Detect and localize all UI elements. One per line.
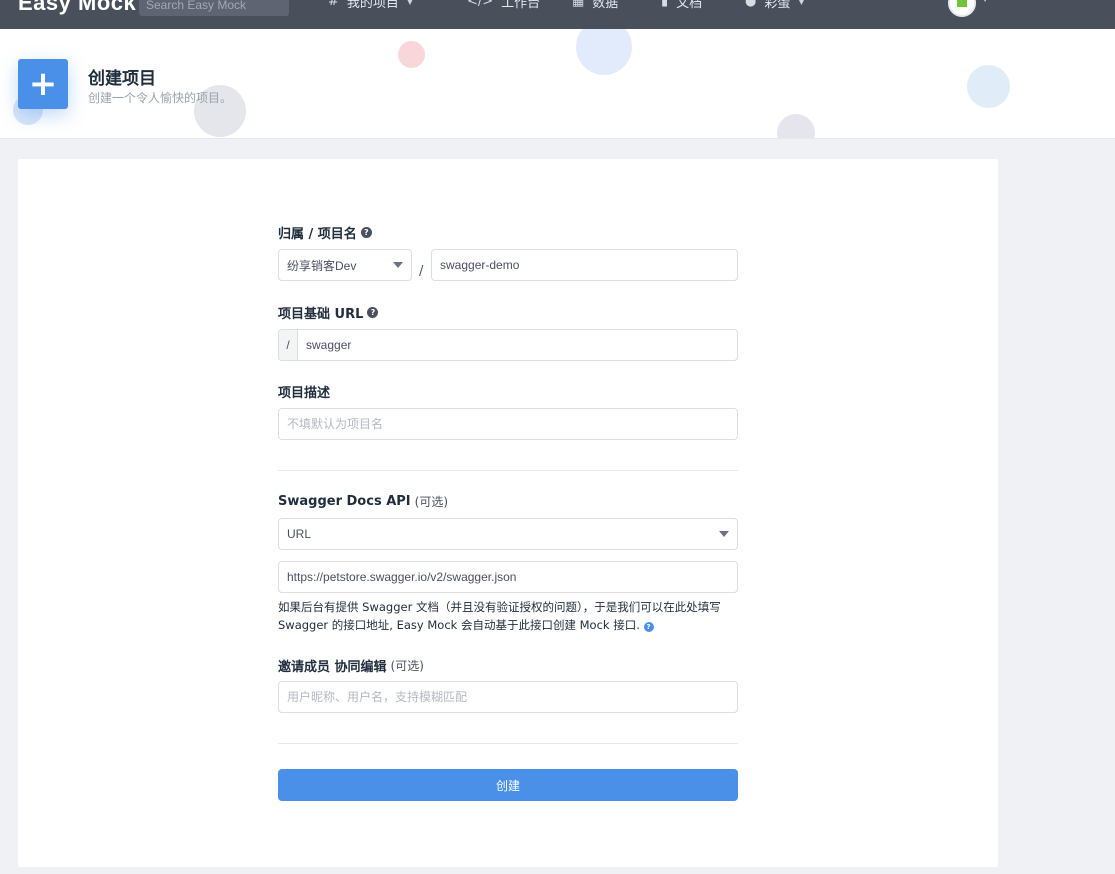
swagger-url-field[interactable] [278, 561, 738, 593]
swagger-url-input[interactable] [287, 570, 729, 584]
avatar[interactable] [948, 0, 976, 17]
description-field[interactable] [278, 408, 738, 440]
brand-logo[interactable]: Easy Mock [18, 0, 136, 16]
help-icon[interactable]: ? [643, 622, 654, 632]
swagger-type-select[interactable]: URL [278, 518, 738, 550]
base-url-field[interactable]: / [278, 329, 738, 361]
search-input[interactable] [139, 0, 289, 16]
owner-label-text: 归属 / 项目名 [278, 227, 357, 242]
caret-down-icon [393, 262, 403, 268]
members-search-input[interactable] [287, 690, 729, 704]
nav-label: 文档 [676, 0, 703, 11]
decor-bubble [967, 65, 1010, 108]
decor-bubble [576, 29, 632, 75]
optional-tag: (可选) [414, 495, 449, 509]
owner-label: 归属 / 项目名 ? [278, 223, 372, 242]
nav-label: 我的项目 [346, 0, 399, 11]
nav-workbench[interactable]: </> 工作台 [467, 0, 540, 11]
book-icon: ▮ [661, 0, 669, 9]
form-card: 归属 / 项目名 ? 纷享销客Dev / 项目基础 URL ? / 项目描述 [18, 159, 998, 867]
desc-label: 项目描述 [278, 382, 330, 401]
swagger-label-text: Swagger Docs API [278, 494, 411, 509]
nav-data[interactable]: ▦ 数据 [572, 0, 618, 11]
chevron-down-icon: ▼ [406, 0, 414, 6]
divider [278, 743, 738, 744]
desc-label-text: 项目描述 [278, 386, 331, 401]
chart-icon: ▦ [572, 0, 585, 9]
caret-down-icon [719, 531, 729, 537]
swagger-hint: 如果后台有提供 Swagger 文档（并且没有验证授权的问题），于是我们可以在此… [278, 598, 740, 634]
plus-icon: + [18, 59, 68, 109]
dot-icon: ● [745, 0, 757, 9]
description-input[interactable] [287, 417, 729, 431]
optional-tag: (可选) [390, 659, 424, 673]
project-name-input[interactable] [440, 258, 729, 272]
nav-docs[interactable]: ▮ 文档 [661, 0, 702, 11]
top-nav: Easy Mock # 我的项目 ▼ </> 工作台 ▦ 数据 ▮ 文档 ● 彩… [0, 0, 1115, 29]
base-url-input[interactable] [306, 338, 729, 352]
page-title: 创建项目 [88, 69, 156, 89]
url-label-text: 项目基础 URL [278, 307, 364, 322]
page-subtitle: 创建一个令人愉快的项目。 [88, 91, 233, 105]
create-button[interactable]: 创建 [278, 769, 738, 801]
page-header: + 创建项目 创建一个令人愉快的项目。 [0, 29, 1115, 139]
owner-select[interactable]: 纷享销客Dev [278, 249, 412, 281]
members-label: 邀请成员 协同编辑 (可选) [278, 656, 424, 675]
help-icon[interactable]: ? [360, 227, 372, 238]
nav-label: 工作台 [501, 0, 541, 11]
owner-separator: / [419, 264, 424, 279]
swagger-type-value: URL [287, 527, 312, 541]
code-icon: </> [467, 0, 494, 9]
nav-label: 彩蛋 [764, 0, 791, 11]
project-name-field[interactable] [431, 249, 738, 281]
owner-select-value: 纷享销客Dev [287, 258, 357, 273]
members-label-text: 邀请成员 协同编辑 [278, 660, 387, 675]
help-icon[interactable]: ? [367, 307, 379, 318]
hash-icon: # [328, 0, 339, 9]
swagger-hint-text: 如果后台有提供 Swagger 文档（并且没有验证授权的问题），于是我们可以在此… [278, 600, 721, 632]
nav-label: 数据 [592, 0, 619, 11]
chevron-down-icon[interactable]: ▼ [982, 0, 988, 3]
nav-my-projects[interactable]: # 我的项目 ▼ [328, 0, 413, 11]
chevron-down-icon: ▼ [798, 0, 805, 6]
decor-bubble [398, 41, 425, 68]
decor-bubble [777, 114, 815, 138]
url-prefix: / [279, 330, 298, 360]
divider [278, 470, 738, 471]
nav-easter-egg[interactable]: ● 彩蛋 ▼ [745, 0, 805, 11]
url-label: 项目基础 URL ? [278, 303, 379, 322]
members-field[interactable] [278, 681, 738, 713]
swagger-label: Swagger Docs API (可选) [278, 493, 448, 510]
